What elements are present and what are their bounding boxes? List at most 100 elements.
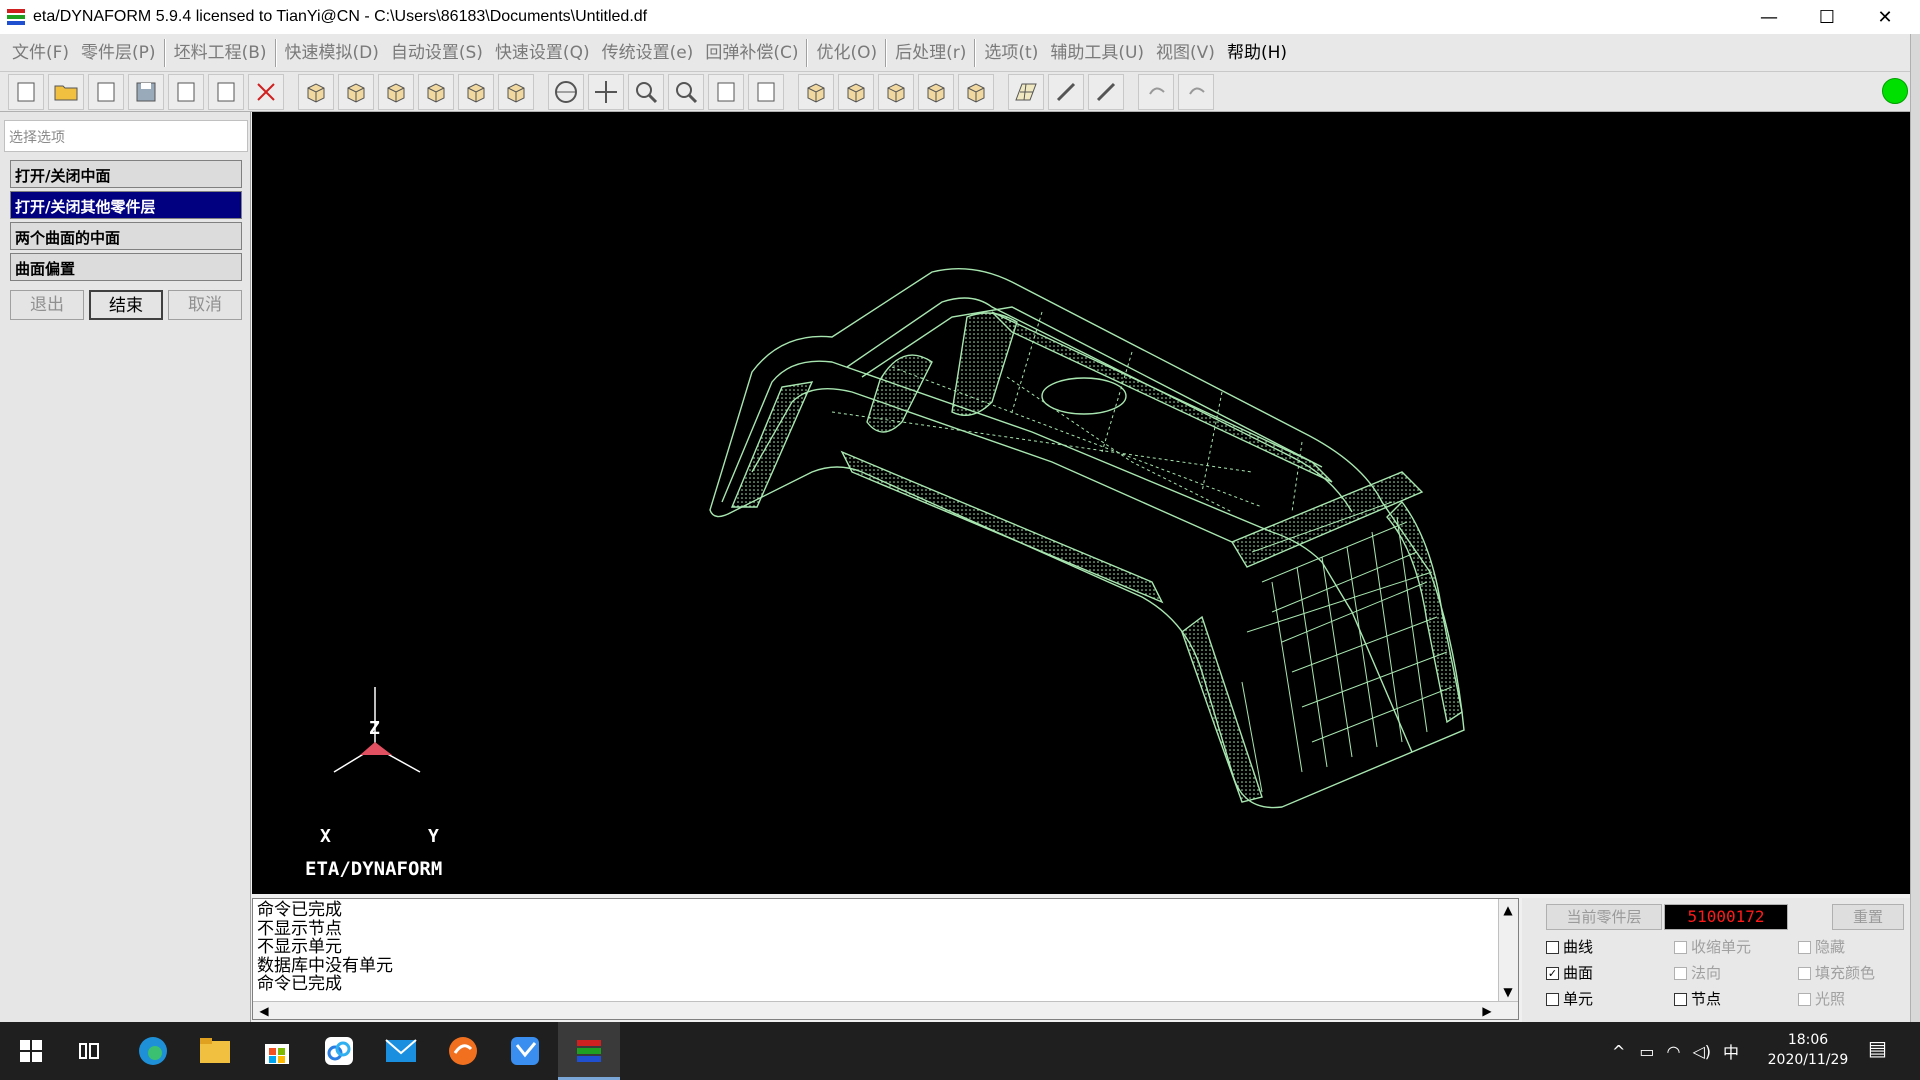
edge-browser-icon[interactable]	[132, 1030, 174, 1072]
graphics-viewport[interactable]: Z X Y ETA/DYNAFORM	[252, 112, 1910, 894]
new-file-icon[interactable]	[8, 73, 44, 110]
exit-button[interactable]: 退出	[10, 290, 84, 320]
message-console[interactable]: 命令已完成 不显示节点 不显示单元 数据库中没有单元 命令已完成 ▲ ▼ ◀ ▶	[252, 898, 1519, 1020]
redo-icon[interactable]	[1178, 73, 1214, 110]
checkbox-item[interactable]: 光照	[1798, 988, 1845, 1010]
viewport-canvas[interactable]: Z X Y ETA/DYNAFORM	[252, 112, 1910, 894]
rotate-icon[interactable]	[548, 73, 584, 110]
cancel-button[interactable]: 取消	[168, 290, 242, 320]
save-icon[interactable]	[128, 73, 164, 110]
checkbox-item[interactable]: 单元	[1546, 988, 1593, 1010]
zoom-window-icon[interactable]	[668, 73, 704, 110]
checkbox-box[interactable]	[1798, 992, 1811, 1006]
checkbox-box[interactable]	[1674, 966, 1687, 980]
menu-item-1[interactable]: 零件层(P)	[75, 38, 162, 68]
file-explorer-icon[interactable]	[194, 1030, 236, 1072]
fit-icon[interactable]	[708, 73, 744, 110]
checkbox-item[interactable]: 法向	[1674, 962, 1721, 984]
scroll-left-icon[interactable]: ◀	[255, 1002, 273, 1020]
baidu-netdisk-icon[interactable]	[318, 1030, 360, 1072]
menu-item-2[interactable]: 坯料工程(B)	[168, 38, 273, 68]
menu-item-12[interactable]: 视图(V)	[1150, 38, 1221, 68]
notification-icon[interactable]: ▤	[1868, 1036, 1896, 1064]
checkbox-box[interactable]: ✓	[1546, 966, 1559, 980]
cube-front-icon[interactable]	[298, 73, 334, 110]
view-front-icon[interactable]	[878, 73, 914, 110]
checkbox-item[interactable]: 曲线	[1546, 936, 1593, 958]
cut-icon[interactable]	[248, 73, 284, 110]
task-view-icon[interactable]	[68, 1030, 110, 1072]
volume-icon[interactable]: ◁)	[1693, 1042, 1712, 1061]
maximize-button[interactable]: ☐	[1798, 0, 1856, 34]
option-item[interactable]: 打开/关闭其他零件层	[10, 191, 242, 219]
menu-item-10[interactable]: 选项(t)	[978, 38, 1044, 68]
brush-icon[interactable]	[1048, 73, 1084, 110]
pan-icon[interactable]	[588, 73, 624, 110]
frame-icon[interactable]	[748, 73, 784, 110]
option-item[interactable]: 打开/关闭中面	[10, 160, 242, 188]
tray-expand-icon[interactable]: ^	[1612, 1042, 1625, 1061]
orange-app-icon[interactable]	[442, 1030, 484, 1072]
ime-indicator[interactable]: 中	[1723, 1039, 1739, 1063]
option-item[interactable]: 曲面偏置	[10, 253, 242, 281]
cube-top-icon[interactable]	[378, 73, 414, 110]
menu-item-11[interactable]: 辅助工具(U)	[1044, 38, 1150, 68]
battery-icon[interactable]: ▭	[1639, 1042, 1654, 1061]
menu-item-8[interactable]: 优化(O)	[810, 38, 883, 68]
reset-button[interactable]: 重置	[1832, 904, 1904, 930]
menu-item-5[interactable]: 快速设置(Q)	[489, 38, 596, 68]
checkbox-item[interactable]: 收缩单元	[1674, 936, 1751, 958]
dynaform-taskbar-icon[interactable]	[568, 1030, 610, 1072]
menu-item-3[interactable]: 快速模拟(D)	[279, 38, 385, 68]
checkbox-item[interactable]: ✓ 曲面	[1546, 962, 1593, 984]
cube-right-icon[interactable]	[458, 73, 494, 110]
checkbox-box[interactable]	[1546, 992, 1559, 1006]
feishu-icon[interactable]	[504, 1030, 546, 1072]
console-vertical-scrollbar[interactable]: ▲ ▼	[1498, 899, 1518, 1003]
undo-icon[interactable]	[1138, 73, 1174, 110]
close-button[interactable]: ✕	[1856, 0, 1914, 34]
scroll-down-icon[interactable]: ▼	[1499, 983, 1517, 1001]
mesh-icon[interactable]	[1008, 73, 1044, 110]
mail-icon[interactable]	[380, 1030, 422, 1072]
cube-iso-icon[interactable]	[498, 73, 534, 110]
minimize-button[interactable]: —	[1740, 0, 1798, 34]
pencil-icon[interactable]	[1088, 73, 1124, 110]
checkbox-item[interactable]: 隐藏	[1798, 936, 1845, 958]
checkbox-box[interactable]	[1798, 966, 1811, 980]
clock[interactable]: 18:06 2020/11/29	[1760, 1030, 1856, 1070]
view-iso-icon[interactable]	[798, 73, 834, 110]
menu-item-13[interactable]: 帮助(H)	[1221, 38, 1293, 68]
open-folder-icon[interactable]	[48, 73, 84, 110]
cube-left-icon[interactable]	[418, 73, 454, 110]
checkbox-item[interactable]: 填充颜色	[1798, 962, 1875, 984]
option-item[interactable]: 两个曲面的中面	[10, 222, 242, 250]
checkbox-item[interactable]: 节点	[1674, 988, 1721, 1010]
menu-item-0[interactable]: 文件(F)	[6, 38, 75, 68]
view-3d-icon[interactable]	[958, 73, 994, 110]
plot-icon[interactable]	[208, 73, 244, 110]
menu-item-7[interactable]: 回弹补偿(C)	[699, 38, 804, 68]
scroll-up-icon[interactable]: ▲	[1499, 901, 1517, 919]
console-horizontal-scrollbar[interactable]: ◀ ▶	[253, 1001, 1518, 1019]
checkbox-box[interactable]	[1546, 940, 1559, 954]
menu-item-9[interactable]: 后处理(r)	[889, 38, 972, 68]
wifi-icon[interactable]: ◠	[1667, 1042, 1681, 1061]
current-part-button[interactable]: 当前零件层	[1546, 904, 1662, 930]
view-side-icon[interactable]	[918, 73, 954, 110]
zoom-icon[interactable]	[628, 73, 664, 110]
finish-button[interactable]: 结束	[89, 290, 163, 320]
brand-label: ETA/DYNAFORM	[305, 858, 442, 880]
cube-back-icon[interactable]	[338, 73, 374, 110]
menu-item-6[interactable]: 传统设置(e)	[596, 38, 700, 68]
view-top-icon[interactable]	[838, 73, 874, 110]
copy-icon[interactable]	[88, 73, 124, 110]
menu-item-4[interactable]: 自动设置(S)	[385, 38, 489, 68]
print-icon[interactable]	[168, 73, 204, 110]
checkbox-box[interactable]	[1798, 940, 1811, 954]
scroll-right-icon[interactable]: ▶	[1478, 1002, 1496, 1020]
checkbox-box[interactable]	[1674, 940, 1687, 954]
checkbox-box[interactable]	[1674, 992, 1687, 1006]
store-icon[interactable]	[256, 1030, 298, 1072]
windows-start-icon[interactable]	[10, 1030, 52, 1072]
